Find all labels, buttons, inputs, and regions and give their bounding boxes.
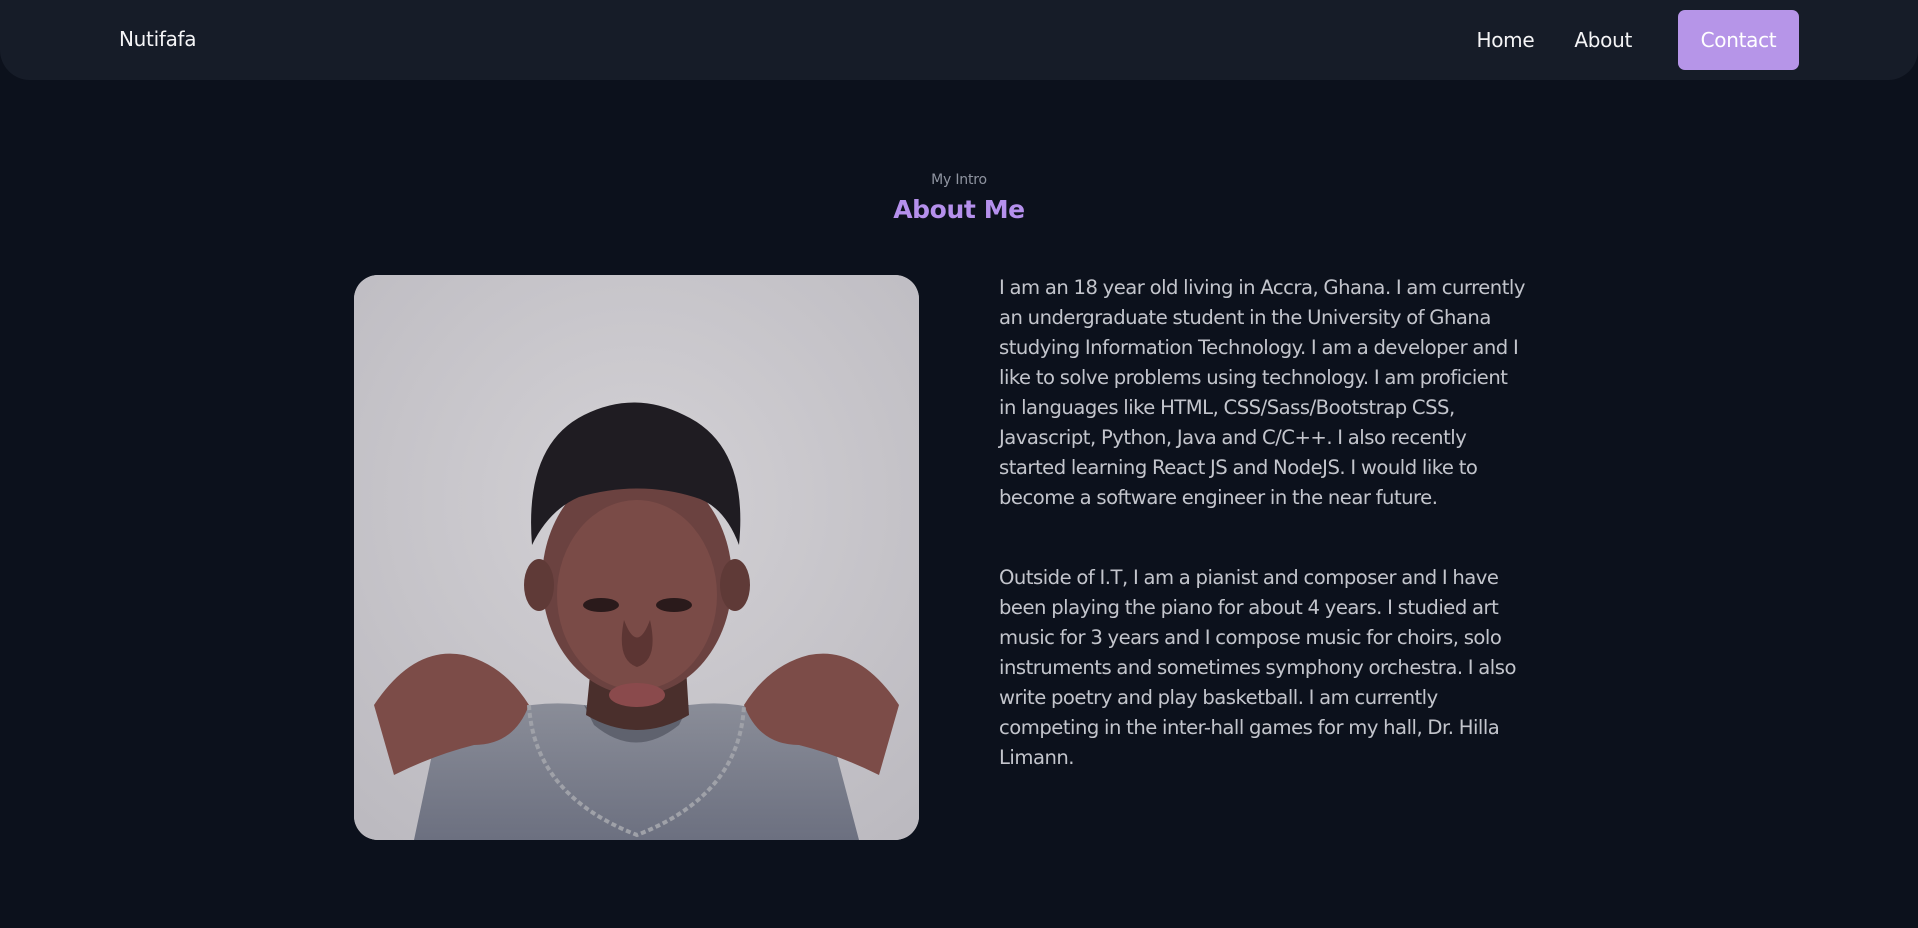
profile-photo	[354, 275, 919, 840]
about-text: I am an 18 year old living in Accra, Gha…	[999, 273, 1529, 773]
about-paragraph-1: I am an 18 year old living in Accra, Gha…	[999, 276, 1525, 509]
nav-link-about[interactable]: About	[1574, 28, 1632, 52]
nav-link-home[interactable]: Home	[1476, 28, 1534, 52]
nav-links: Home About Contact	[1476, 10, 1799, 70]
site-logo[interactable]: Nutifafa	[119, 27, 197, 51]
contact-button[interactable]: Contact	[1678, 10, 1799, 70]
section-subtitle: My Intro	[931, 172, 987, 188]
portrait-illustration	[354, 275, 919, 840]
navbar: Nutifafa Home About Contact	[0, 0, 1918, 80]
section-title: About Me	[893, 195, 1025, 224]
about-paragraph-2: Outside of I.T, I am a pianist and compo…	[999, 566, 1516, 769]
